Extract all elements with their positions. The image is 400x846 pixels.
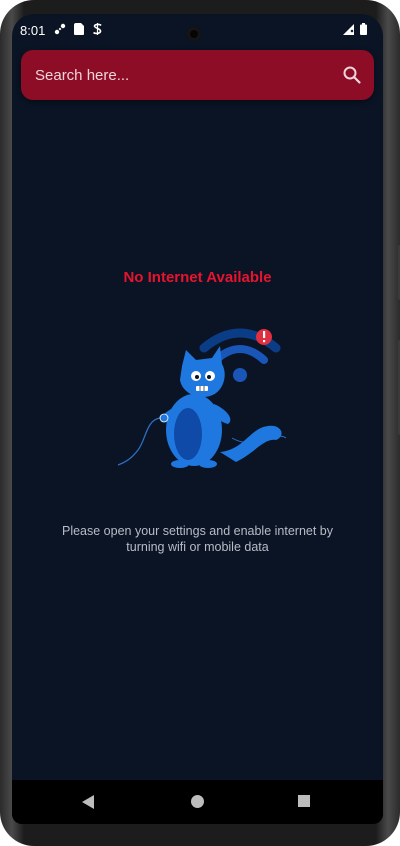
battery-icon [360,23,367,35]
status-bar: 8:01 [12,14,383,46]
back-icon[interactable] [82,795,94,809]
alert-icon [256,329,272,345]
search-input[interactable] [35,64,325,86]
front-camera [187,27,201,41]
no-internet-title: No Internet Available [123,269,272,286]
screen: 8:01 Search here... No Internet Availabl… [12,14,383,824]
search-icon[interactable] [342,65,362,85]
no-internet-message: Please open your settings and enable int… [61,524,334,554]
device-frame: 8:01 Search here... No Internet Availabl… [0,0,400,846]
search-bar[interactable] [21,50,374,100]
signal-icon [343,23,354,35]
status-time: 8:01 [20,23,46,38]
home-icon[interactable] [191,795,204,808]
network-icon [54,23,66,35]
recents-icon[interactable] [298,795,310,807]
status-icons-right [343,23,367,35]
sim-card-icon [74,23,84,35]
no-internet-illustration [117,328,286,468]
navigation-bar [12,780,383,824]
status-icons-left [54,23,103,35]
vpn-icon [92,23,102,35]
